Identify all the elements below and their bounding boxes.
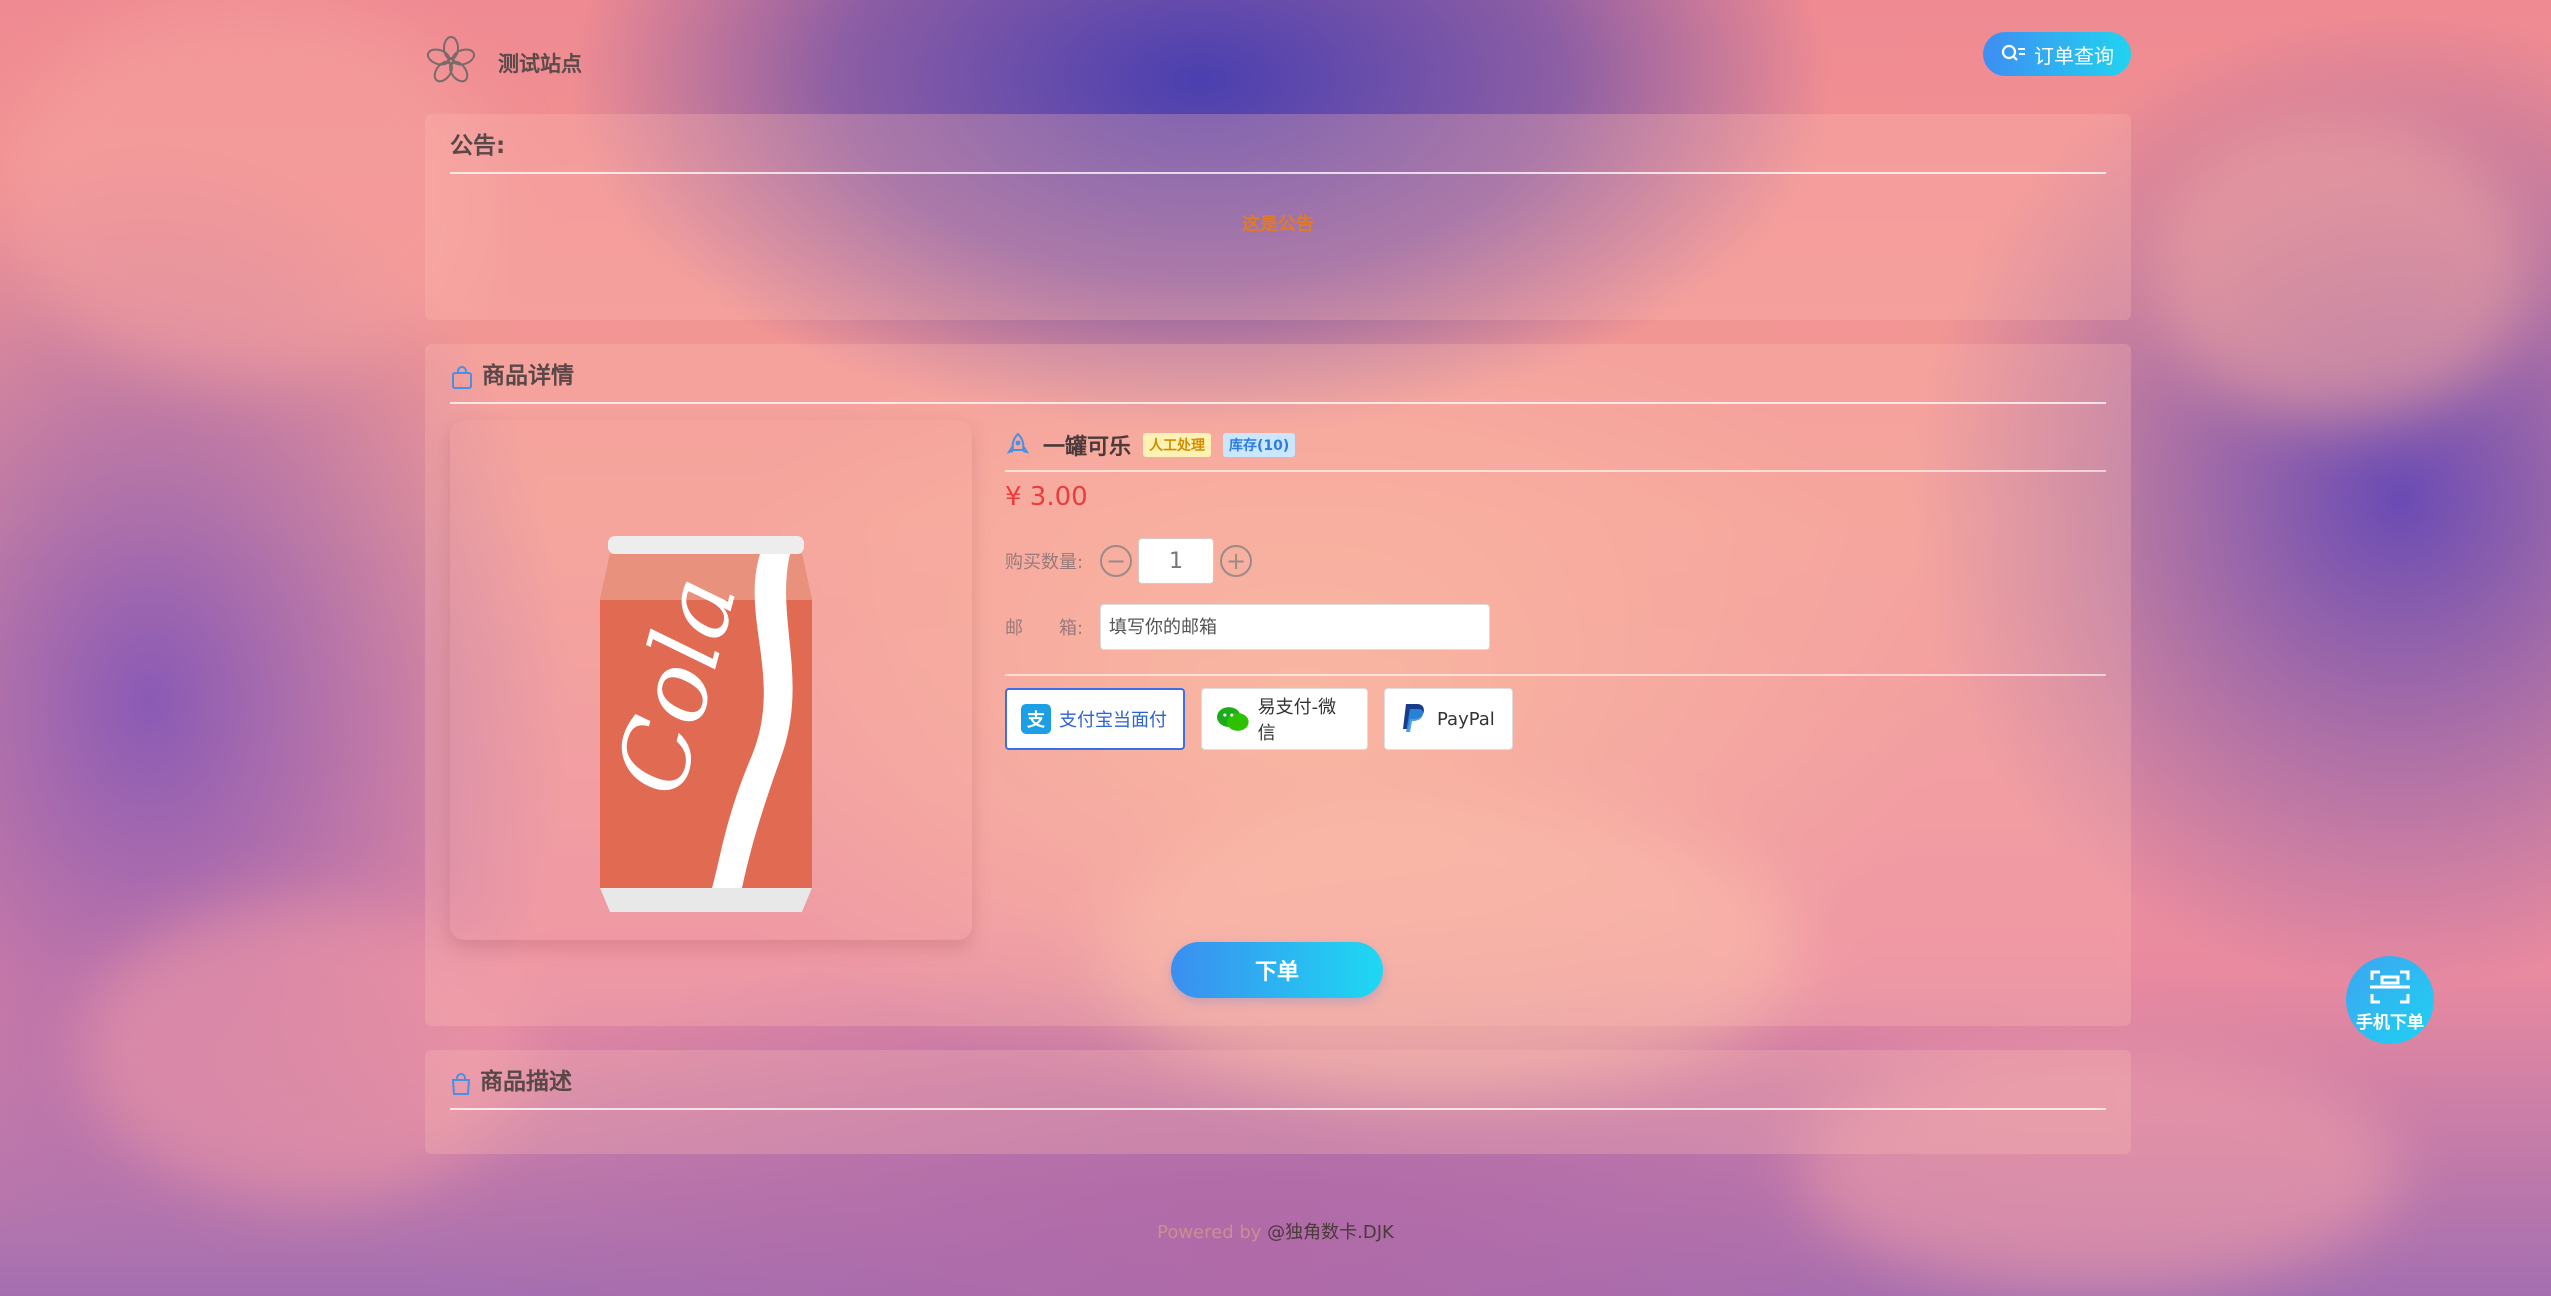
mobile-order-button[interactable]: 手机下单 (2346, 956, 2434, 1044)
shopping-bag-icon (452, 366, 472, 389)
cola-can-image: Cola (594, 536, 812, 912)
order-query-label: 订单查询 (2034, 43, 2114, 68)
email-label: 邮 箱: (1005, 618, 1084, 639)
quantity-input[interactable]: 1 (1138, 538, 1214, 584)
stock-badge: 库存(10) (1223, 433, 1296, 457)
product-description-card: 商品描述 (425, 1050, 2131, 1154)
quantity-label: 购买数量: (1005, 552, 1084, 573)
footer-brand-link[interactable]: @独角数卡.DJK (1267, 1222, 1394, 1243)
divider (1005, 674, 2106, 676)
quantity-increment-button[interactable]: + (1220, 545, 1252, 577)
notice-card: 公告: 这是公告 (425, 114, 2131, 320)
payment-wechat-button[interactable]: 易支付-微信 (1201, 688, 1368, 750)
product-price: ¥ 3.00 (1005, 482, 1088, 512)
place-order-button[interactable]: 下单 (1171, 942, 1383, 998)
order-query-button[interactable]: 订单查询 (1983, 32, 2131, 76)
product-image: Cola (450, 420, 972, 940)
notice-content: 这是公告 (1242, 214, 1314, 235)
manual-processing-badge: 人工处理 (1143, 433, 1212, 457)
email-input[interactable] (1100, 604, 1490, 650)
payment-paypal-label: PayPal (1437, 708, 1495, 730)
notice-header: 公告: (450, 114, 2106, 174)
product-name: 一罐可乐 (1043, 435, 1132, 460)
product-detail-card: 商品详情 Cola 一罐可乐 人工处理 库存(10) ¥ 3.00 购买数量: … (425, 344, 2131, 1026)
quantity-decrement-button[interactable]: − (1100, 545, 1132, 577)
wechat-icon (1216, 707, 1249, 731)
search-list-icon (2001, 44, 2025, 61)
detail-header: 商品详情 (450, 344, 2106, 404)
mobile-order-label: 手机下单 (2356, 1012, 2424, 1033)
payment-alipay-label: 支付宝当面付 (1059, 710, 1167, 731)
alipay-icon: 支 (1021, 704, 1051, 734)
site-title[interactable]: 测试站点 (498, 48, 582, 78)
email-row: 邮 箱: (1005, 604, 2106, 650)
bag-icon (451, 1073, 471, 1095)
notice-title: 公告: (450, 133, 506, 159)
scan-icon (2370, 970, 2410, 1003)
svg-text:支: 支 (1026, 709, 1046, 731)
payment-wechat-label: 易支付-微信 (1257, 697, 1337, 744)
cloud-decoration (2150, 120, 2530, 420)
footer: Powered by @独角数卡.DJK (0, 1218, 2551, 1244)
flower-icon[interactable] (425, 35, 477, 87)
quantity-row: 购买数量: − 1 + (1005, 538, 2106, 584)
detail-title: 商品详情 (482, 363, 574, 389)
description-header: 商品描述 (450, 1050, 2106, 1110)
description-title: 商品描述 (480, 1069, 572, 1095)
product-name-row: 一罐可乐 人工处理 库存(10) (1005, 420, 2106, 472)
rocket-icon (1006, 432, 1030, 454)
footer-powered-text: Powered by (1157, 1222, 1268, 1243)
payment-methods: 支 支付宝当面付 易支付-微信 PayPal (1005, 688, 2106, 750)
paypal-icon (1403, 704, 1424, 732)
payment-paypal-button[interactable]: PayPal (1384, 688, 1513, 750)
payment-alipay-button[interactable]: 支 支付宝当面付 (1005, 688, 1185, 750)
product-info: 一罐可乐 人工处理 库存(10) ¥ 3.00 购买数量: − 1 + 邮 箱:… (1005, 420, 2106, 750)
site-header: 测试站点 订单查询 (425, 30, 2131, 90)
